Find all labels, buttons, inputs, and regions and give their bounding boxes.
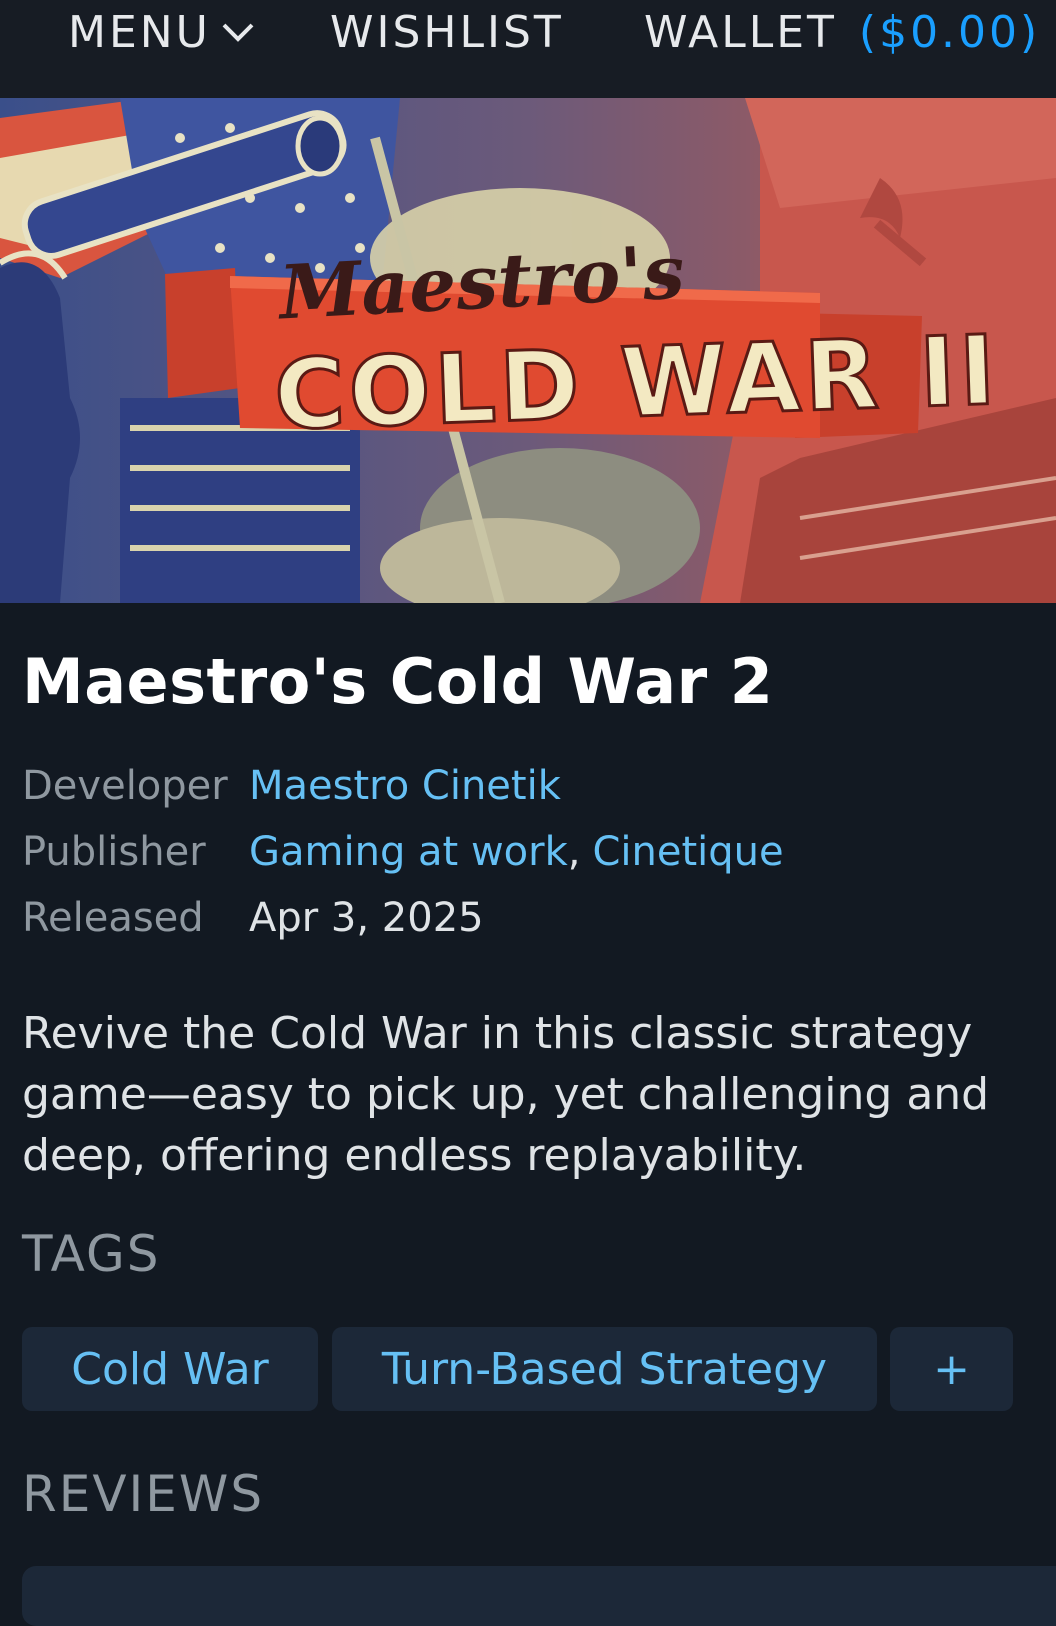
reviews-panel — [22, 1566, 1056, 1626]
developer-link[interactable]: Maestro Cinetik — [249, 763, 561, 809]
tag-button[interactable]: Turn-Based Strategy — [332, 1327, 877, 1411]
menu-label: MENU — [68, 6, 211, 58]
released-label: Released — [22, 895, 204, 941]
reviews-heading: REVIEWS — [22, 1465, 265, 1523]
game-description: Revive the Cold War in this classic stra… — [22, 1008, 990, 1181]
tags-heading: TAGS — [22, 1225, 161, 1283]
wishlist-label: WISHLIST — [330, 6, 564, 58]
release-row: Released Apr 3, 2025 — [22, 895, 484, 941]
wallet-balance: ($0.00) — [858, 6, 1041, 58]
wallet-label: WALLET — [644, 6, 837, 58]
game-info-section: Maestro's Cold War 2 Developer Maestro C… — [0, 603, 1056, 1626]
publisher-label: Publisher — [22, 829, 206, 875]
page-title: Maestro's Cold War 2 — [22, 645, 774, 718]
release-date: Apr 3, 2025 — [249, 895, 484, 941]
tag-button[interactable]: Cold War — [22, 1327, 318, 1411]
menu-button[interactable]: MENU — [68, 0, 255, 64]
publisher-link-2[interactable]: Cinetique — [592, 829, 783, 875]
developer-row: Developer Maestro Cinetik — [22, 763, 561, 809]
chevron-down-icon — [221, 21, 255, 43]
publisher-row: Publisher Gaming at work , Cinetique — [22, 829, 784, 875]
wallet-link[interactable]: WALLET ($0.00) — [644, 0, 1040, 64]
wishlist-link[interactable]: WISHLIST — [330, 0, 564, 64]
publisher-link-1[interactable]: Gaming at work — [249, 829, 568, 875]
publisher-separator: , — [567, 829, 581, 875]
developer-label: Developer — [22, 763, 228, 809]
header-artwork: Maestro's COLD WAR II — [0, 98, 1056, 603]
add-tag-button[interactable]: + — [890, 1327, 1013, 1411]
top-nav-bar: MENU WISHLIST WALLET ($0.00) — [0, 0, 1056, 98]
game-header-image: Maestro's COLD WAR II — [0, 98, 1056, 603]
